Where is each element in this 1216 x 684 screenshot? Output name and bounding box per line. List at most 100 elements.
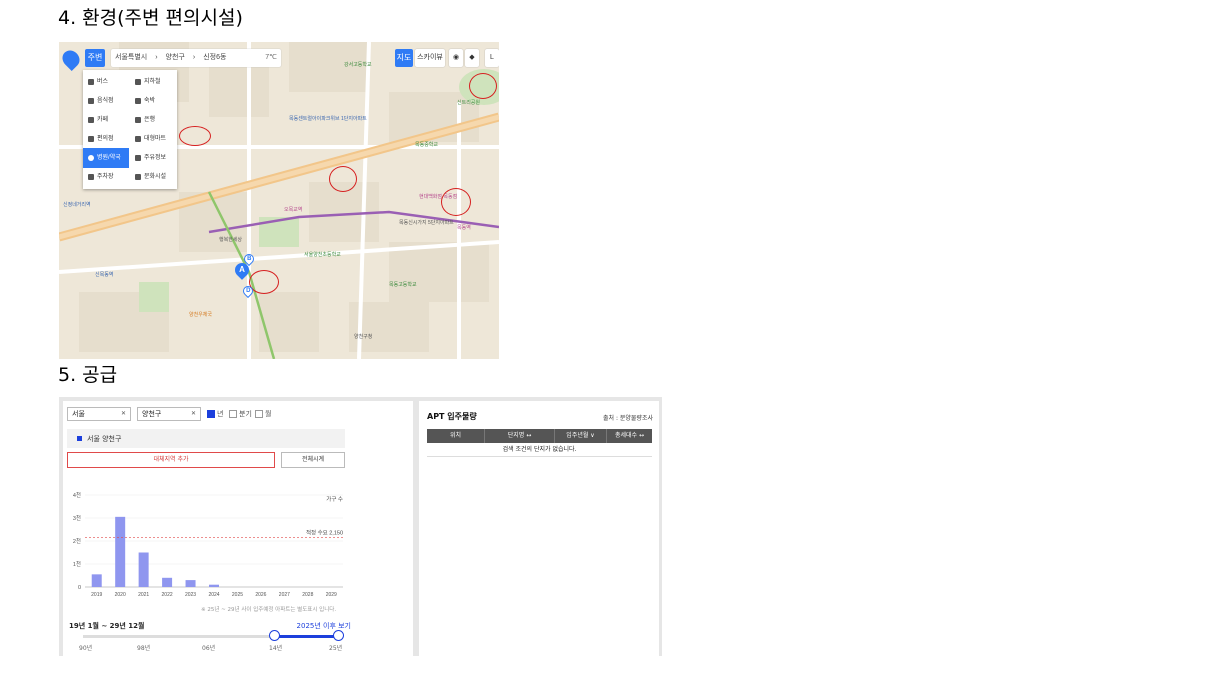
district-select[interactable]: 양천구 ✕ bbox=[137, 407, 201, 421]
poi-label: 음식점 bbox=[97, 98, 114, 104]
x-tick-label: 2025 bbox=[232, 592, 243, 598]
add-region-button[interactable]: 대체지역 추가 bbox=[67, 452, 275, 468]
highlight-circle bbox=[179, 126, 211, 146]
column-location[interactable]: 위치 bbox=[427, 429, 485, 443]
poi-cafe[interactable]: 카페 bbox=[83, 110, 129, 130]
bar bbox=[185, 580, 196, 587]
poi-lodging[interactable]: 숙박 bbox=[130, 91, 176, 111]
nearby-button[interactable]: 주변 bbox=[85, 49, 105, 67]
x-tick-label: 2023 bbox=[185, 592, 196, 598]
map-label: 신트리공원 bbox=[457, 100, 481, 106]
location-icon[interactable]: ◉ bbox=[449, 49, 463, 67]
apt-occupancy-panel: APT 입주물량 출처 : 분양물량조사 위치 단지명 ↔ 입주년월 ∨ 총세대… bbox=[419, 401, 659, 656]
cart-icon bbox=[135, 136, 141, 142]
table-header: 위치 단지명 ↔ 입주년월 ∨ 총세대수 ↔ bbox=[427, 429, 652, 443]
poi-label: 병원/약국 bbox=[97, 155, 121, 161]
poi-subway[interactable]: 지하철 bbox=[130, 72, 176, 92]
poi-label: 문화시설 bbox=[144, 174, 167, 180]
slider-selected-range bbox=[274, 635, 337, 638]
address-dong[interactable]: 신정6동 bbox=[199, 49, 230, 67]
layers-icon[interactable]: ◆ bbox=[465, 49, 479, 67]
nearby-facilities-map[interactable]: 목동센트럴아이파크위브 1단지아파트 목동중학교 강서고등학교 목동신시가지 5… bbox=[59, 42, 499, 359]
period-year-checkbox[interactable] bbox=[207, 410, 215, 418]
supply-bar-chart: 0 1천 2천 3천 4천 2019 2020 2021 2022 2023 2024 2025 202… bbox=[73, 491, 343, 598]
x-tick-label: 2021 bbox=[138, 592, 149, 598]
x-tick-label: 2024 bbox=[208, 592, 219, 598]
hospital-icon bbox=[88, 155, 94, 161]
x-tick-label: 2027 bbox=[279, 592, 290, 598]
map-label: 오목교역 bbox=[284, 207, 303, 213]
supply-panel: 서울 ✕ 양천구 ✕ 년 분기 월 서울 양천구 대체지역 추가 전체시계 0 1천 2… bbox=[59, 397, 662, 656]
bar bbox=[138, 552, 149, 587]
city-select-value: 서울 bbox=[72, 410, 85, 418]
bar bbox=[115, 516, 126, 587]
y-tick-label: 1천 bbox=[73, 560, 81, 568]
region-label: 서울 양천구 bbox=[87, 435, 122, 443]
map-label: 목동고등학교 bbox=[389, 282, 417, 288]
apt-occupancy-title: APT 입주물량 bbox=[427, 412, 477, 421]
view-all-button[interactable]: 전체시계 bbox=[281, 452, 345, 468]
poi-restaurant[interactable]: 음식점 bbox=[83, 91, 129, 111]
bank-icon bbox=[135, 117, 141, 123]
slider-start-handle[interactable] bbox=[269, 630, 280, 641]
period-quarter-label: 분기 bbox=[239, 410, 252, 418]
map-label: 목동센트럴아이파크위브 1단지아파트 bbox=[289, 116, 367, 122]
slider-tick-label: 98년 bbox=[137, 645, 151, 652]
bar bbox=[91, 574, 102, 587]
poi-fuel[interactable]: 주유정보 bbox=[130, 148, 176, 168]
slider-tick-label: 06년 bbox=[202, 645, 216, 652]
poi-label: 주유정보 bbox=[144, 155, 167, 161]
poi-bank[interactable]: 은행 bbox=[130, 110, 176, 130]
slider-end-handle[interactable] bbox=[333, 630, 344, 641]
poi-culture[interactable]: 문화시설 bbox=[130, 167, 176, 187]
address-breadcrumb[interactable]: 서울특별시 › 양천구 › 신정6동 7℃ bbox=[111, 49, 281, 67]
fuel-icon bbox=[135, 155, 141, 161]
map-label: 목동신시가지 5단지아파트 bbox=[399, 220, 454, 226]
district-select-value: 양천구 bbox=[142, 410, 162, 418]
address-district[interactable]: 양천구 bbox=[162, 49, 189, 67]
more-icon[interactable]: L bbox=[485, 49, 499, 67]
poi-hospital-pharmacy[interactable]: 병원/약국 bbox=[83, 148, 129, 168]
bar bbox=[209, 584, 219, 587]
x-tick-label: 2029 bbox=[326, 592, 337, 598]
map-label: 행복한세상 bbox=[219, 237, 243, 243]
poi-convenience-store[interactable]: 편의점 bbox=[83, 129, 129, 149]
highlight-circle bbox=[441, 188, 471, 216]
poi-bus[interactable]: 버스 bbox=[83, 72, 129, 92]
poi-label: 숙박 bbox=[144, 98, 156, 104]
column-total-units[interactable]: 총세대수 ↔ bbox=[607, 429, 652, 443]
year-range-slider[interactable] bbox=[83, 635, 339, 638]
slider-tick-label: 90년 bbox=[79, 645, 93, 652]
chevron-down-icon: ✕ bbox=[190, 410, 196, 417]
poi-mart[interactable]: 대형마트 bbox=[130, 129, 176, 149]
x-tick-label: 2028 bbox=[302, 592, 313, 598]
x-tick-label: 2022 bbox=[162, 592, 173, 598]
city-select[interactable]: 서울 ✕ bbox=[67, 407, 131, 421]
period-month-checkbox[interactable] bbox=[255, 410, 263, 418]
supply-chart-panel: 서울 ✕ 양천구 ✕ 년 분기 월 서울 양천구 대체지역 추가 전체시계 0 1천 2… bbox=[63, 401, 413, 656]
skyview-button[interactable]: 스카이뷰 bbox=[415, 49, 445, 67]
poi-parking[interactable]: 주차장 bbox=[83, 167, 129, 187]
chart-unit-label: 가구 수 bbox=[326, 495, 343, 503]
period-year-label: 년 bbox=[217, 410, 224, 418]
poi-label: 버스 bbox=[97, 79, 109, 85]
column-move-in-date[interactable]: 입주년월 ∨ bbox=[555, 429, 607, 443]
poi-category-menu: 버스 지하철 음식점 숙박 카페 은행 편의점 대형마트 병원/약국 주유정보 … bbox=[83, 70, 177, 189]
y-tick-label: 0 bbox=[78, 585, 81, 591]
after-2025-link[interactable]: 2025년 이후 보기 bbox=[297, 621, 351, 631]
section-heading-supply: 5. 공급 bbox=[58, 364, 118, 386]
bar bbox=[162, 577, 173, 587]
region-color-swatch bbox=[77, 436, 82, 441]
bed-icon bbox=[135, 98, 141, 104]
column-complex-name[interactable]: 단지명 ↔ bbox=[485, 429, 555, 443]
section-heading-environment: 4. 환경(주변 편의시설) bbox=[58, 7, 243, 29]
y-tick-label: 2천 bbox=[73, 537, 81, 545]
period-quarter-checkbox[interactable] bbox=[229, 410, 237, 418]
poi-label: 편의점 bbox=[97, 136, 114, 142]
poi-label: 카페 bbox=[97, 117, 109, 123]
store-icon bbox=[88, 136, 94, 142]
map-label: 신목동역 bbox=[95, 272, 114, 278]
map-view-button[interactable]: 지도 bbox=[395, 49, 413, 67]
map-label: 서울양천초등학교 bbox=[304, 252, 341, 258]
address-city[interactable]: 서울특별시 bbox=[111, 49, 151, 67]
